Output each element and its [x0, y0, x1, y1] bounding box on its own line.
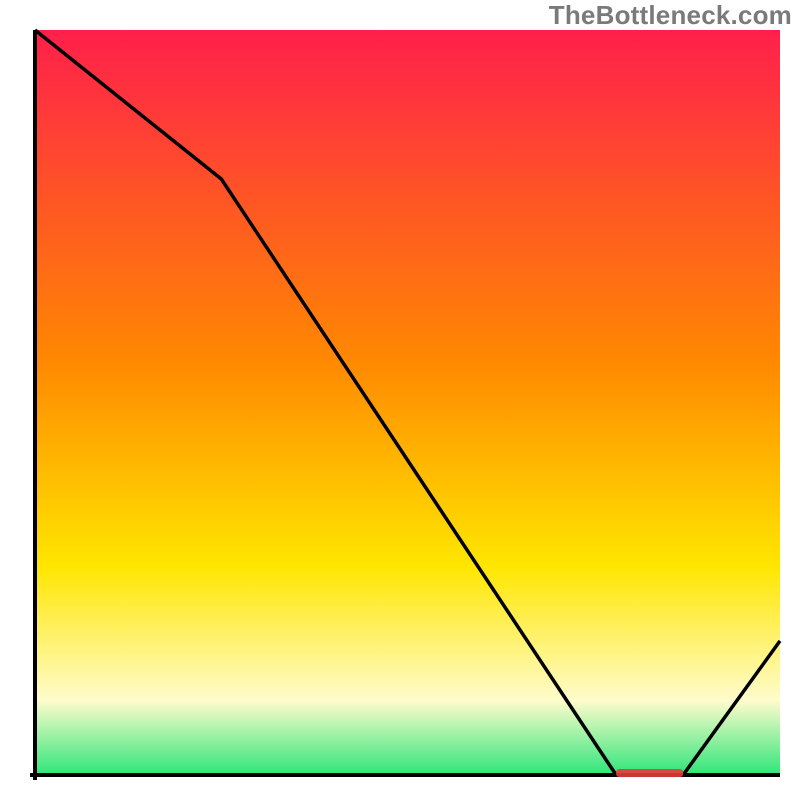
valley-marker — [616, 769, 683, 777]
chart-svg — [0, 0, 800, 800]
plot-background — [35, 30, 780, 775]
chart-container: TheBottleneck.com — [0, 0, 800, 800]
